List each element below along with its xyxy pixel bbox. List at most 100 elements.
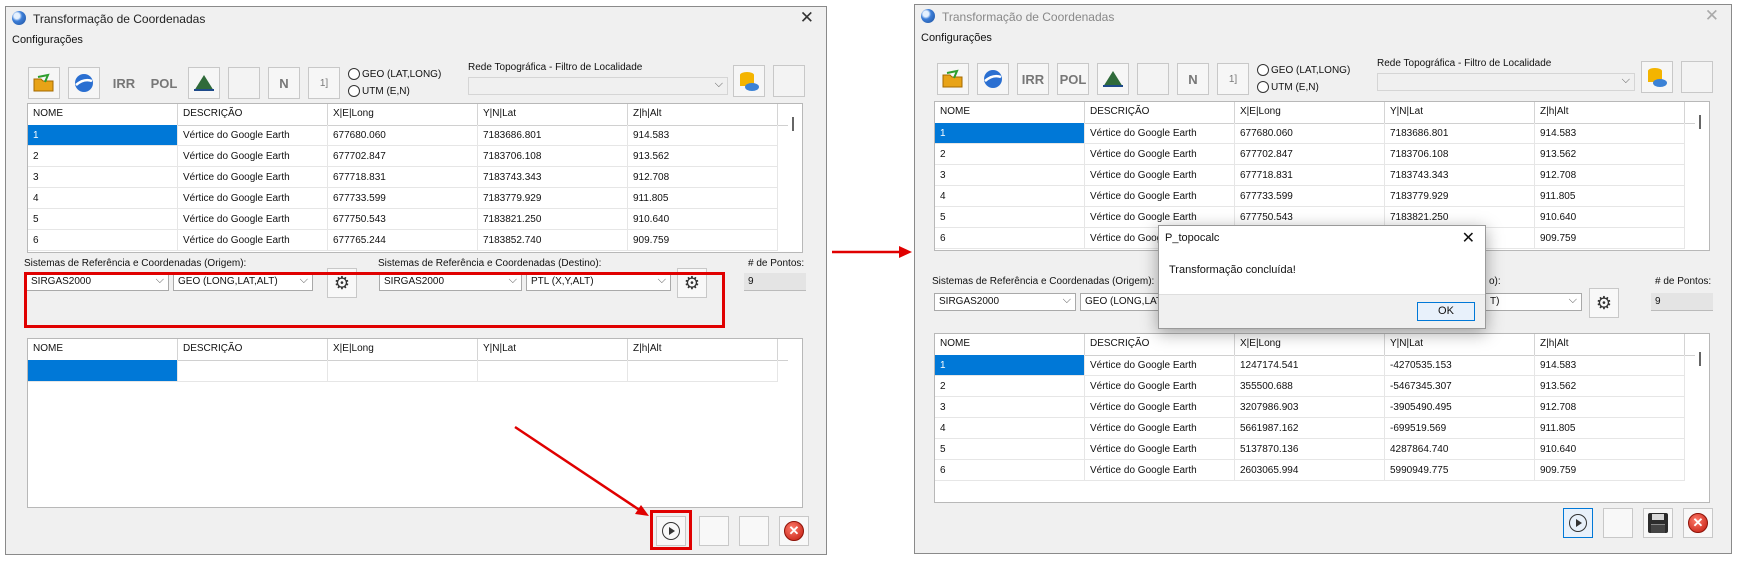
col-z: Z|h|Alt: [1535, 102, 1685, 123]
col-x: X|E|Long: [1235, 102, 1385, 123]
table-cell: -699519.569: [1385, 418, 1535, 439]
table-cell: 5137870.136: [1235, 439, 1385, 460]
table-cell: 1247174.541: [1235, 355, 1385, 376]
table-cell: 911.805: [1535, 418, 1685, 439]
table-cell: 913.562: [1535, 376, 1685, 397]
right-radio-utm[interactable]: UTM (E,N): [1257, 81, 1319, 93]
table-cell: -4270535.153: [1385, 355, 1535, 376]
right-window-close-icon[interactable]: ✕: [1705, 6, 1719, 26]
database-cloud-icon: [1648, 68, 1667, 87]
right-save-button[interactable]: [1643, 508, 1673, 538]
right-dest-type-combo[interactable]: T) ⌵: [1485, 293, 1582, 311]
table-cell: 914.583: [1535, 123, 1685, 144]
right-result-table-row[interactable]: 2 Vértice do Google Earth 355500.688 -54673…: [935, 376, 1695, 397]
right-result-table-row[interactable]: 5 Vértice do Google Earth 5137870.136 42878…: [935, 439, 1695, 460]
dialog-footer: OK: [1159, 294, 1485, 328]
folder-icon: [942, 69, 963, 88]
play-icon: [1569, 514, 1587, 532]
col-descricao: DESCRIÇÃO: [1085, 102, 1235, 123]
table-cell: Vértice do Google Earth: [1085, 186, 1235, 207]
right-dest-srs-label-partial: o):: [1489, 276, 1501, 287]
right-result-table-row[interactable]: 3 Vértice do Google Earth 3207986.903 -3905…: [935, 397, 1695, 418]
right-origin-header: NOME DESCRIÇÃO X|E|Long Y|N|Lat Z|h|Alt: [935, 102, 1695, 124]
globe-app-icon: [921, 9, 935, 23]
combo-value: GEO (LONG,LAT,: [1085, 296, 1164, 307]
right-rede-combo[interactable]: ⌵: [1377, 73, 1635, 91]
right-empty-right-button[interactable]: [1681, 61, 1713, 93]
right-origin-table-row[interactable]: 4 Vértice do Google Earth 677733.599 718377…: [935, 186, 1695, 207]
right-north-button[interactable]: N: [1177, 63, 1209, 95]
right-exit-button[interactable]: ✕: [1683, 508, 1713, 538]
right-empty-button[interactable]: [1603, 508, 1633, 538]
right-radio-geo[interactable]: GEO (LAT,LONG): [1257, 64, 1350, 76]
table-cell: 909.759: [1535, 228, 1685, 249]
right-run-button[interactable]: [1563, 508, 1593, 538]
table-cell: 7183686.801: [1385, 123, 1535, 144]
combo-value: T): [1490, 296, 1500, 307]
right-result-scrollbar[interactable]: [1699, 352, 1701, 366]
right-pol-button[interactable]: POL: [1057, 63, 1089, 95]
dialog-message: Transformação concluída!: [1169, 264, 1296, 276]
combo-value: SIRGAS2000: [939, 296, 1000, 307]
table-cell: Vértice do Google Earth: [1085, 397, 1235, 418]
table-cell: 355500.688: [1235, 376, 1385, 397]
floppy-disk-icon: [1648, 513, 1668, 533]
right-origin-scrollbar[interactable]: [1699, 115, 1701, 129]
right-origin-srs-label: Sistemas de Referência e Coordenadas (Or…: [932, 276, 1155, 287]
table-cell: 913.562: [1535, 144, 1685, 165]
right-database-cloud-button[interactable]: [1641, 61, 1673, 93]
gear-icon: ⚙: [1595, 292, 1613, 313]
radio-circle: [1257, 64, 1269, 76]
dialog-title: P_topocalc: [1165, 232, 1220, 244]
table-cell: 4: [935, 186, 1085, 207]
right-origin-type-combo[interactable]: GEO (LONG,LAT,: [1080, 293, 1170, 311]
dialog-ok-button[interactable]: OK: [1417, 302, 1475, 321]
table-cell: 5: [935, 439, 1085, 460]
table-cell: 910.640: [1535, 207, 1685, 228]
table-cell: 4287864.740: [1385, 439, 1535, 460]
table-cell: 677718.831: [1235, 165, 1385, 186]
col-z: Z|h|Alt: [1535, 334, 1685, 355]
right-result-table-row[interactable]: 6 Vértice do Google Earth 2603065.994 59909…: [935, 460, 1695, 481]
right-origin-table-row[interactable]: 2 Vértice do Google Earth 677702.847 718370…: [935, 144, 1695, 165]
right-open-folder-button[interactable]: [937, 63, 969, 95]
right-origin-datum-combo[interactable]: SIRGAS2000 ⌵: [934, 293, 1076, 311]
col-x: X|E|Long: [1235, 334, 1385, 355]
table-cell: Vértice do Google Earth: [1085, 123, 1235, 144]
table-cell: 6: [935, 460, 1085, 481]
table-cell: 911.805: [1535, 186, 1685, 207]
right-result-table-row[interactable]: 4 Vértice do Google Earth 5661987.162 -6995…: [935, 418, 1695, 439]
radio-circle: [1257, 81, 1269, 93]
right-irr-button[interactable]: IRR: [1017, 63, 1049, 95]
table-cell: Vértice do Google Earth: [1085, 376, 1235, 397]
table-cell: 3207986.903: [1235, 397, 1385, 418]
dialog-close-icon[interactable]: ✕: [1462, 228, 1475, 248]
right-terrain-button[interactable]: [1097, 63, 1129, 95]
table-cell: 677680.060: [1235, 123, 1385, 144]
table-cell: 2603065.994: [1235, 460, 1385, 481]
table-cell: 7183743.343: [1385, 165, 1535, 186]
right-dest-settings-button[interactable]: ⚙: [1589, 288, 1619, 318]
right-origin-table-row[interactable]: 1 Vértice do Google Earth 677680.060 718368…: [935, 123, 1695, 144]
table-cell: 1: [935, 355, 1085, 376]
table-cell: 6: [935, 228, 1085, 249]
right-window-title: Transformação de Coordenadas: [942, 10, 1115, 24]
table-cell: 677702.847: [1235, 144, 1385, 165]
right-empty-tool-button[interactable]: [1137, 63, 1169, 95]
table-cell: Vértice do Google Earth: [1085, 165, 1235, 186]
table-cell: 1: [935, 123, 1085, 144]
right-result-table-row[interactable]: 1 Vértice do Google Earth 1247174.541 -4270…: [935, 355, 1695, 376]
table-cell: Vértice do Google Earth: [1085, 355, 1235, 376]
table-cell: 3: [935, 165, 1085, 186]
right-google-earth-button[interactable]: [977, 63, 1009, 95]
table-cell: 2: [935, 144, 1085, 165]
right-origin-table-row[interactable]: 3 Vértice do Google Earth 677718.831 718374…: [935, 165, 1695, 186]
table-cell: -3905490.495: [1385, 397, 1535, 418]
table-cell: Vértice do Google Earth: [1085, 418, 1235, 439]
table-cell: 2: [935, 376, 1085, 397]
right-menu-configuracoes[interactable]: Configurações: [921, 32, 992, 44]
right-bracket-button[interactable]: 1]: [1217, 63, 1249, 95]
close-circle-icon: ✕: [1688, 513, 1708, 533]
right-result-grid: NOME DESCRIÇÃO X|E|Long Y|N|Lat Z|h|Alt …: [934, 333, 1710, 503]
right-rede-label: Rede Topográfica - Filtro de Localidade: [1377, 58, 1552, 69]
